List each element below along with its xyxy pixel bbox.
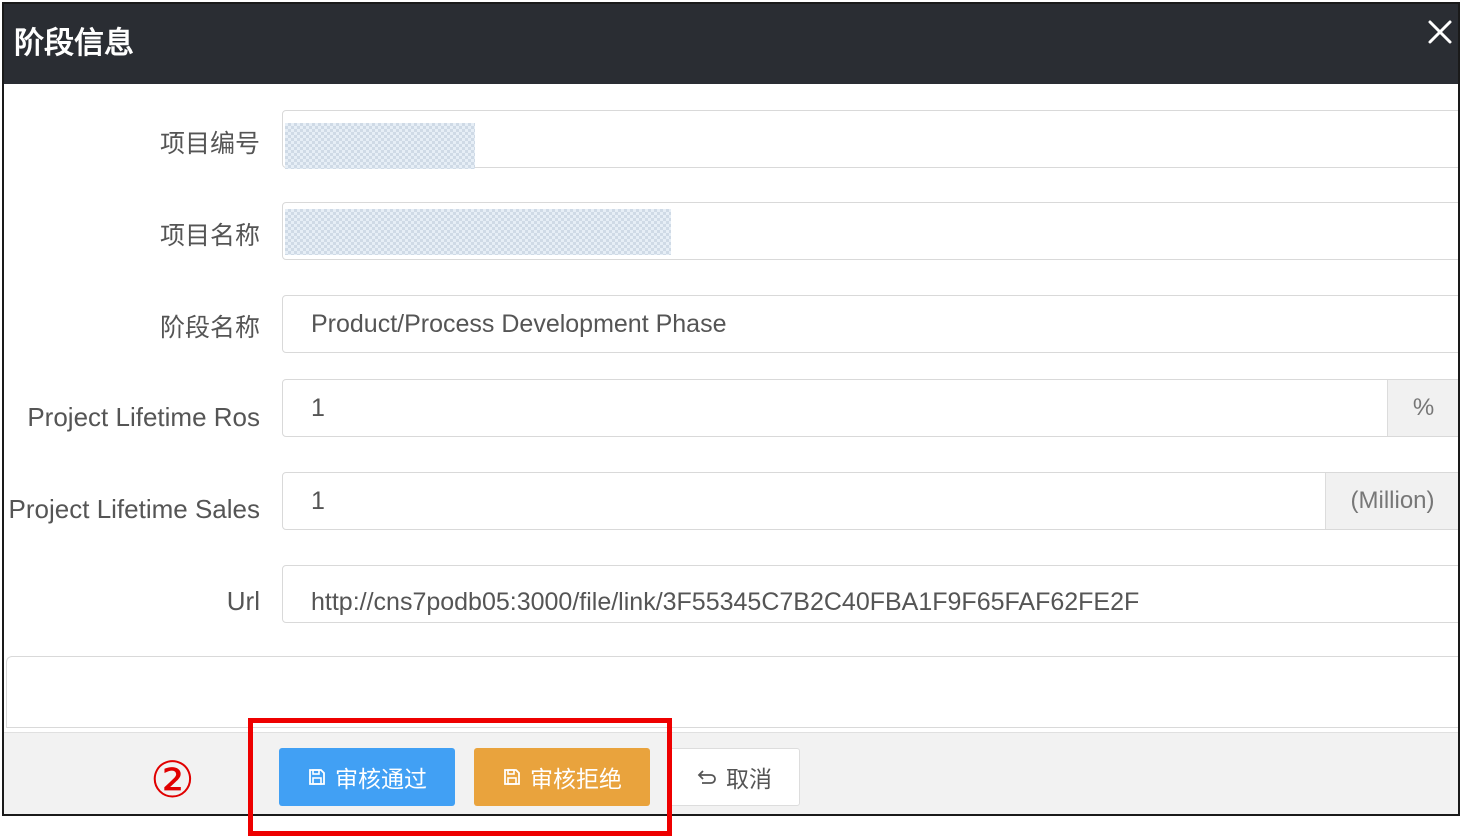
annotation-marker: ② [150, 751, 195, 809]
phase-name-value: Product/Process Development Phase [311, 310, 727, 338]
lifetime-sales-field[interactable]: 1 (Million) [282, 472, 1458, 530]
project-name-field[interactable] [282, 202, 1458, 260]
project-no-label: 项目编号 [159, 129, 260, 158]
lifetime-ros-field[interactable]: 1 % [282, 379, 1458, 437]
url-value: http://cns7podb05:3000/file/link/3F55345… [311, 588, 1140, 616]
dialog-title: 阶段信息 [14, 26, 134, 61]
redacted-value [285, 123, 475, 169]
lifetime-sales-value: 1 [311, 487, 325, 515]
phase-name-field[interactable]: Product/Process Development Phase [282, 295, 1458, 353]
close-icon[interactable] [1422, 14, 1458, 50]
url-field[interactable]: http://cns7podb05:3000/file/link/3F55345… [282, 565, 1458, 623]
remarks-box[interactable] [6, 656, 1458, 728]
url-label: Url [226, 586, 260, 616]
lifetime-ros-value: 1 [311, 394, 325, 422]
lifetime-ros-label: Project Lifetime Ros [27, 402, 260, 432]
dialog-titlebar: 阶段信息 [4, 4, 1458, 84]
project-name-label: 项目名称 [159, 221, 260, 250]
million-addon: (Million) [1325, 473, 1458, 529]
undo-icon [697, 770, 716, 784]
highlight-box [248, 718, 672, 836]
stage-info-dialog: 阶段信息 项目编号 项目名称 阶段名称 Product/Process Deve… [2, 2, 1460, 816]
redacted-value [285, 209, 671, 255]
cancel-button[interactable]: 取消 [668, 748, 800, 806]
lifetime-sales-label: Project Lifetime Sales [8, 494, 260, 524]
cancel-button-label: 取消 [726, 767, 772, 793]
percent-addon: % [1387, 380, 1458, 436]
phase-name-label: 阶段名称 [159, 313, 260, 342]
project-no-field[interactable] [282, 110, 1458, 169]
